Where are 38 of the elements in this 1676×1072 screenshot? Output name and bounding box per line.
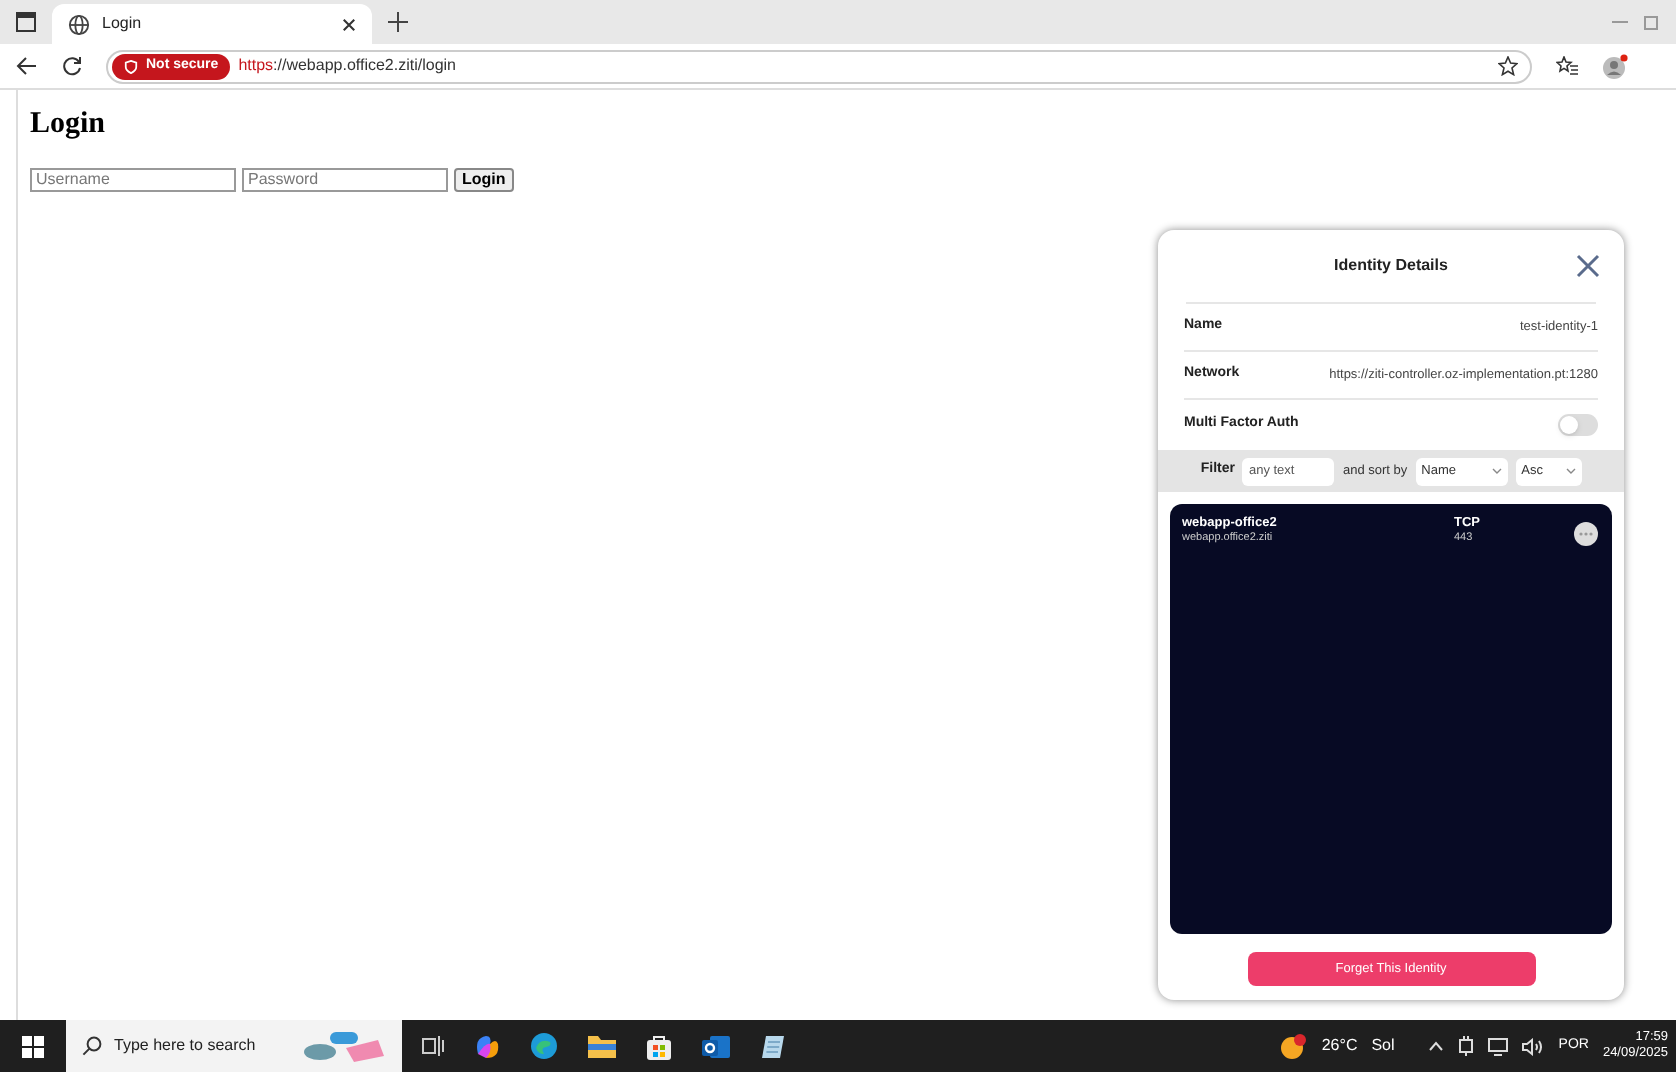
star-icon[interactable] xyxy=(1498,56,1518,76)
weather-temperature: 26°C xyxy=(1321,1034,1358,1058)
globe-icon xyxy=(68,13,90,35)
page-heading: Login xyxy=(30,110,108,140)
close-icon[interactable] xyxy=(1576,254,1600,278)
mfa-toggle[interactable] xyxy=(1558,414,1598,436)
speaker-icon[interactable] xyxy=(1522,1037,1545,1055)
colorful-swirl-icon[interactable] xyxy=(474,1033,500,1059)
browser-tab[interactable]: Login xyxy=(52,4,372,44)
back-icon[interactable] xyxy=(16,56,38,76)
search-icon xyxy=(82,1036,102,1056)
device-icon[interactable] xyxy=(1458,1036,1475,1056)
folder-icon[interactable] xyxy=(588,1034,616,1058)
task-view-icon[interactable] xyxy=(422,1036,444,1056)
profile-icon[interactable] xyxy=(1602,53,1628,79)
username-field[interactable]: Username xyxy=(30,168,236,192)
close-icon[interactable] xyxy=(342,17,356,31)
tab-title: Login xyxy=(102,12,144,36)
favorites-icon[interactable] xyxy=(1556,56,1578,76)
browser-icon[interactable] xyxy=(530,1032,558,1060)
popup-title: Identity Details xyxy=(1334,254,1448,278)
taskbar-search-field[interactable]: Type here to search xyxy=(66,1020,402,1072)
password-field[interactable]: Password xyxy=(242,168,448,192)
login-button[interactable]: Login xyxy=(454,168,514,192)
notepad-icon[interactable] xyxy=(760,1033,786,1059)
more-icon[interactable] xyxy=(1574,522,1598,546)
weather-sun-icon[interactable] xyxy=(1279,1032,1308,1060)
reload-icon[interactable] xyxy=(62,56,82,76)
chevron-down-icon xyxy=(1491,468,1502,474)
chevron-up-icon[interactable] xyxy=(1428,1040,1445,1052)
store-bag-icon[interactable] xyxy=(646,1033,672,1059)
weather-condition: Sol xyxy=(1371,1034,1395,1058)
tab-list-icon[interactable] xyxy=(16,12,36,32)
url-text: https://webapp.office2.ziti/login xyxy=(238,54,456,78)
new-tab-icon[interactable] xyxy=(388,12,408,32)
chevron-down-icon xyxy=(1565,468,1576,474)
windows-logo-icon[interactable] xyxy=(22,1035,44,1057)
mail-app-icon[interactable] xyxy=(702,1033,730,1059)
